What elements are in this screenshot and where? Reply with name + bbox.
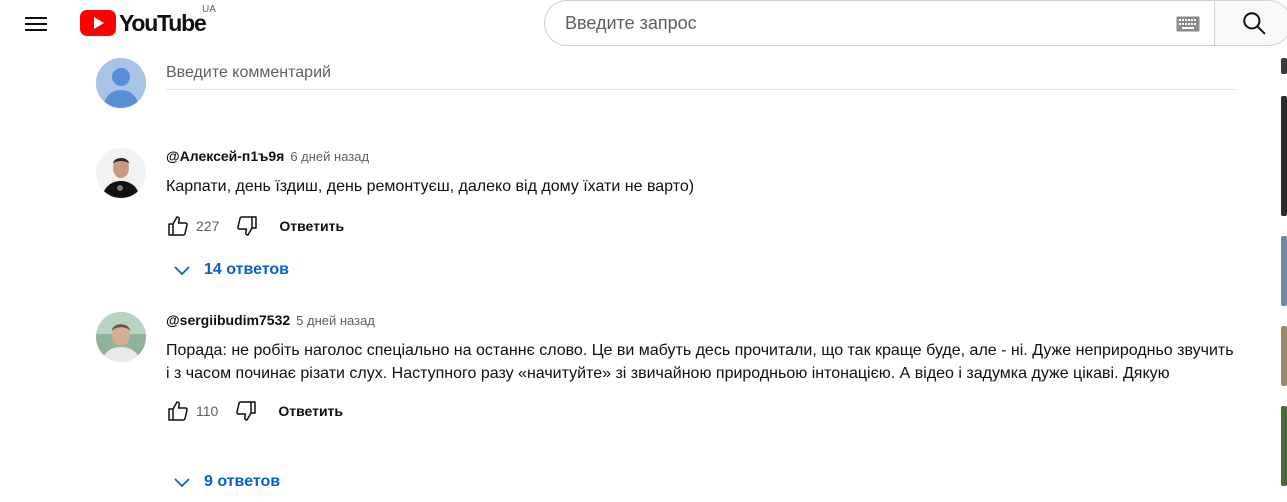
- like-icon: [168, 401, 188, 421]
- youtube-logo[interactable]: YouTube: [80, 9, 207, 37]
- like-count: 110: [196, 403, 219, 419]
- search-icon: [1243, 12, 1266, 35]
- logo-text: YouTube: [119, 9, 207, 36]
- comment-text: Карпати, день їздиш, день ремонтуєш, дал…: [166, 178, 695, 195]
- comment-header: @Алексей-п1ъ9я 6 дней назад: [166, 148, 1236, 168]
- comment-body: @sergiibudim7532 5 дней назад Порада: не…: [166, 312, 1236, 429]
- like-button[interactable]: [160, 208, 196, 244]
- youtube-logo-icon: [80, 10, 116, 36]
- sidebar-thumbnail-edge[interactable]: [1281, 236, 1287, 306]
- add-comment-row: [96, 58, 1236, 112]
- menu-icon: [25, 17, 47, 31]
- avatar: [96, 58, 146, 108]
- replies-count: 14 ответов: [204, 261, 289, 278]
- chevron-down-icon: [170, 258, 194, 282]
- replies-count: 9 ответов: [204, 473, 281, 490]
- reply-button[interactable]: Ответить: [278, 397, 343, 425]
- comment-text: Порада: не робіть наголос спеціально на …: [166, 342, 1234, 382]
- like-count: 227: [196, 218, 220, 234]
- search-box: [544, 0, 1216, 46]
- user-avatar-icon: [96, 148, 146, 198]
- comment-body: @Алексей-п1ъ9я 6 дней назад Карпати, ден…: [166, 148, 1236, 244]
- like-button[interactable]: [160, 393, 196, 429]
- sidebar-thumbnail-edge[interactable]: [1281, 406, 1287, 486]
- comment-time[interactable]: 5 дней назад: [296, 313, 375, 328]
- keyboard-button[interactable]: [1176, 14, 1200, 34]
- view-replies-button[interactable]: 14 ответов: [166, 252, 289, 288]
- user-avatar-icon: [96, 312, 146, 362]
- like-icon: [168, 216, 188, 236]
- reply-button[interactable]: Ответить: [279, 212, 344, 240]
- search-button[interactable]: [1214, 0, 1287, 46]
- comment-actions: 110 Ответить: [160, 393, 1236, 429]
- avatar[interactable]: [96, 312, 146, 362]
- comment-actions: 227 Ответить: [160, 208, 1236, 244]
- country-code: UA: [202, 4, 216, 15]
- menu-button[interactable]: [16, 4, 56, 44]
- dislike-icon: [237, 216, 258, 236]
- comment-input[interactable]: [166, 62, 1236, 90]
- sidebar-thumbnail-edge[interactable]: [1281, 96, 1287, 216]
- comment-header: @sergiibudim7532 5 дней назад: [166, 312, 1236, 332]
- view-replies-button[interactable]: 9 ответов: [166, 464, 280, 500]
- dislike-icon: [236, 401, 257, 421]
- user-icon: [96, 58, 146, 108]
- sidebar-thumbnail-edge[interactable]: [1281, 326, 1287, 386]
- dislike-button[interactable]: [228, 393, 264, 429]
- masthead: YouTube UA: [0, 0, 1287, 56]
- comment-author[interactable]: @sergiibudim7532: [166, 312, 290, 328]
- dislike-button[interactable]: [229, 208, 265, 244]
- avatar[interactable]: [96, 148, 146, 198]
- comment-time[interactable]: 6 дней назад: [290, 149, 369, 164]
- comment-author[interactable]: @Алексей-п1ъ9я: [166, 148, 284, 164]
- search-input[interactable]: [565, 12, 1155, 34]
- keyboard-icon: [1176, 16, 1200, 32]
- chevron-down-icon: [170, 470, 194, 494]
- sidebar-thumbnail-edge[interactable]: [1281, 58, 1287, 74]
